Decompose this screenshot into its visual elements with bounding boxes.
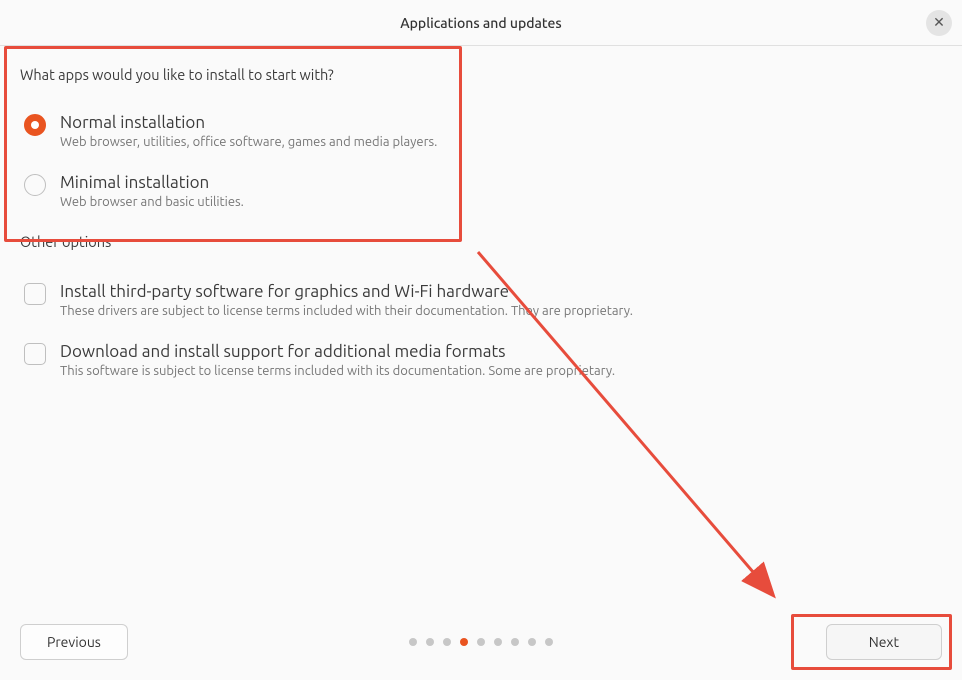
close-icon: ✕ <box>933 14 945 31</box>
page-dot <box>477 638 485 646</box>
page-dot <box>528 638 536 646</box>
page-dots <box>409 638 553 646</box>
dialog-header: Applications and updates ✕ <box>0 0 962 46</box>
option-description: Web browser, utilities, office software,… <box>60 135 437 149</box>
option-description: These drivers are subject to license ter… <box>60 304 633 318</box>
radio-normal-installation[interactable] <box>24 114 46 136</box>
option-text: Normal installation Web browser, utiliti… <box>60 113 437 149</box>
dialog-title: Applications and updates <box>400 15 562 31</box>
page-dot <box>511 638 519 646</box>
page-dot <box>426 638 434 646</box>
option-minimal-installation[interactable]: Minimal installation Web browser and bas… <box>20 163 942 223</box>
install-apps-question: What apps would you like to install to s… <box>20 66 942 83</box>
option-normal-installation[interactable]: Normal installation Web browser, utiliti… <box>20 103 942 163</box>
option-label: Normal installation <box>60 113 437 132</box>
page-dot <box>494 638 502 646</box>
page-dot <box>409 638 417 646</box>
page-dot-active <box>460 638 468 646</box>
option-text: Minimal installation Web browser and bas… <box>60 173 244 209</box>
other-options-title: Other options <box>20 233 942 250</box>
option-text: Install third-party software for graphic… <box>60 282 633 318</box>
close-button[interactable]: ✕ <box>926 10 952 36</box>
page-dot <box>545 638 553 646</box>
option-media-formats[interactable]: Download and install support for additio… <box>20 332 942 392</box>
option-label: Minimal installation <box>60 173 244 192</box>
page-dot <box>443 638 451 646</box>
option-description: This software is subject to license term… <box>60 364 615 378</box>
previous-button[interactable]: Previous <box>20 624 128 660</box>
dialog-footer: Previous Next <box>0 604 962 680</box>
option-label: Download and install support for additio… <box>60 342 615 361</box>
radio-minimal-installation[interactable] <box>24 174 46 196</box>
dialog-content: What apps would you like to install to s… <box>0 46 962 392</box>
option-label: Install third-party software for graphic… <box>60 282 633 301</box>
next-button[interactable]: Next <box>826 624 942 660</box>
option-description: Web browser and basic utilities. <box>60 195 244 209</box>
checkbox-media-formats[interactable] <box>24 343 46 365</box>
option-thirdparty-software[interactable]: Install third-party software for graphic… <box>20 272 942 332</box>
option-text: Download and install support for additio… <box>60 342 615 378</box>
checkbox-thirdparty[interactable] <box>24 283 46 305</box>
